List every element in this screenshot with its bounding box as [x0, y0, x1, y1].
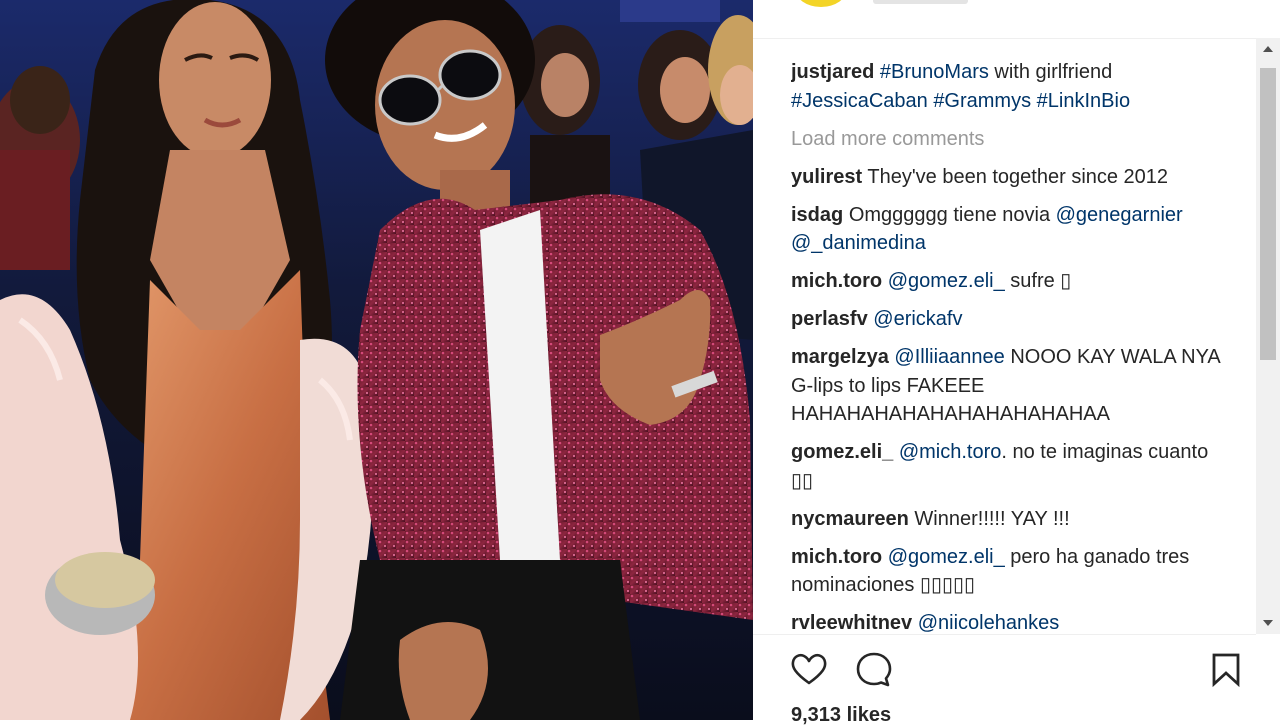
author-username-header[interactable]	[873, 0, 968, 4]
speech-bubble-icon	[856, 652, 892, 687]
comment-body: @niicolehankes	[918, 612, 1060, 634]
hashtag-link[interactable]: #Grammys	[933, 90, 1031, 112]
actions-divider	[753, 634, 1256, 635]
hashtag-link[interactable]: #LinkInBio	[1037, 90, 1130, 112]
comment-button[interactable]	[854, 650, 894, 690]
photo-illustration	[0, 0, 753, 720]
comment-item: margelzya @Illiiaannee NOOO KAY WALA NYA…	[791, 343, 1231, 429]
mention-link[interactable]: @genegarnier	[1056, 204, 1183, 226]
comment-item: perlasfv @erickafv	[791, 305, 1231, 334]
scroll-up-arrow-icon[interactable]	[1263, 46, 1273, 52]
comment-username-link[interactable]: yulirest	[791, 166, 862, 188]
header-divider	[753, 38, 1256, 39]
comment-body: They've been together since 2012	[867, 166, 1168, 188]
like-button[interactable]	[789, 650, 829, 690]
comment-username-link[interactable]: perlasfv	[791, 308, 868, 330]
comment-body: @gomez.eli_ sufre ▯	[888, 270, 1072, 292]
comment-item: mich.toro @gomez.eli_ pero ha ganado tre…	[791, 543, 1231, 600]
mention-link[interactable]: @_danimedina	[791, 232, 926, 254]
mention-link[interactable]: @niicolehankes	[918, 612, 1060, 634]
mention-link[interactable]: @mich.toro	[899, 441, 1002, 463]
comments-list: justjared #BrunoMars with girlfriend #Je…	[791, 58, 1231, 638]
comment-body: Winner!!!!! YAY !!!	[914, 508, 1069, 530]
mention-link[interactable]: @erickafv	[873, 308, 962, 330]
load-more-comments-button[interactable]: Load more comments	[791, 125, 1231, 154]
comment-text: They've been together since 2012	[867, 165, 1169, 188]
hashtag-link[interactable]: #BrunoMars	[880, 61, 989, 83]
comments-scrollbar[interactable]	[1256, 38, 1280, 634]
comment-username-link[interactable]: rvleewhitnev	[791, 612, 912, 634]
comment-text: Omgggggg tiene novia	[848, 203, 1056, 226]
mention-link[interactable]: @gomez.eli_	[888, 546, 1005, 568]
comment-username-link[interactable]: margelzya	[791, 346, 889, 368]
comment-item: isdag Omgggggg tiene novia @genegarnier …	[791, 201, 1231, 258]
comment-username-link[interactable]: isdag	[791, 204, 843, 226]
save-button[interactable]	[1206, 650, 1246, 690]
mention-link[interactable]: @gomez.eli_	[888, 270, 1005, 292]
comment-item: mich.toro @gomez.eli_ sufre ▯	[791, 267, 1231, 296]
heart-outline-icon	[791, 653, 827, 685]
comment-username-link[interactable]: mich.toro	[791, 270, 882, 292]
post-caption: justjared #BrunoMars with girlfriend #Je…	[791, 58, 1231, 115]
scrollbar-thumb[interactable]	[1260, 68, 1276, 360]
caption-author-link[interactable]: justjared	[791, 61, 874, 83]
comment-username-link[interactable]: gomez.eli_	[791, 441, 893, 463]
likes-count[interactable]: 9,313 likes	[791, 704, 891, 727]
comment-item: yulirest They've been together since 201…	[791, 163, 1231, 192]
comment-item: nycmaureen Winner!!!!! YAY !!!	[791, 505, 1231, 534]
comment-text: sufre ▯	[1004, 270, 1072, 292]
comment-text: with girlfriend	[988, 61, 1113, 83]
comment-body: Omgggggg tiene novia @genegarnier @_dani…	[791, 204, 1183, 255]
bookmark-icon	[1212, 653, 1240, 688]
mention-link[interactable]: @Illiiaannee	[894, 346, 1004, 368]
scroll-down-arrow-icon[interactable]	[1263, 620, 1273, 626]
author-avatar[interactable]	[795, 0, 847, 7]
comment-username-link[interactable]: nycmaureen	[791, 508, 909, 530]
comment-username-link[interactable]: mich.toro	[791, 546, 882, 568]
hashtag-link[interactable]: #JessicaCaban	[791, 90, 928, 112]
comment-text: Winner!!!!! YAY !!!	[914, 507, 1070, 530]
comment-body: @erickafv	[873, 308, 962, 330]
post-side-panel: justjared #BrunoMars with girlfriend #Je…	[753, 0, 1280, 726]
post-photo[interactable]	[0, 0, 753, 720]
comment-item: gomez.eli_ @mich.toro. no te imaginas cu…	[791, 438, 1231, 495]
